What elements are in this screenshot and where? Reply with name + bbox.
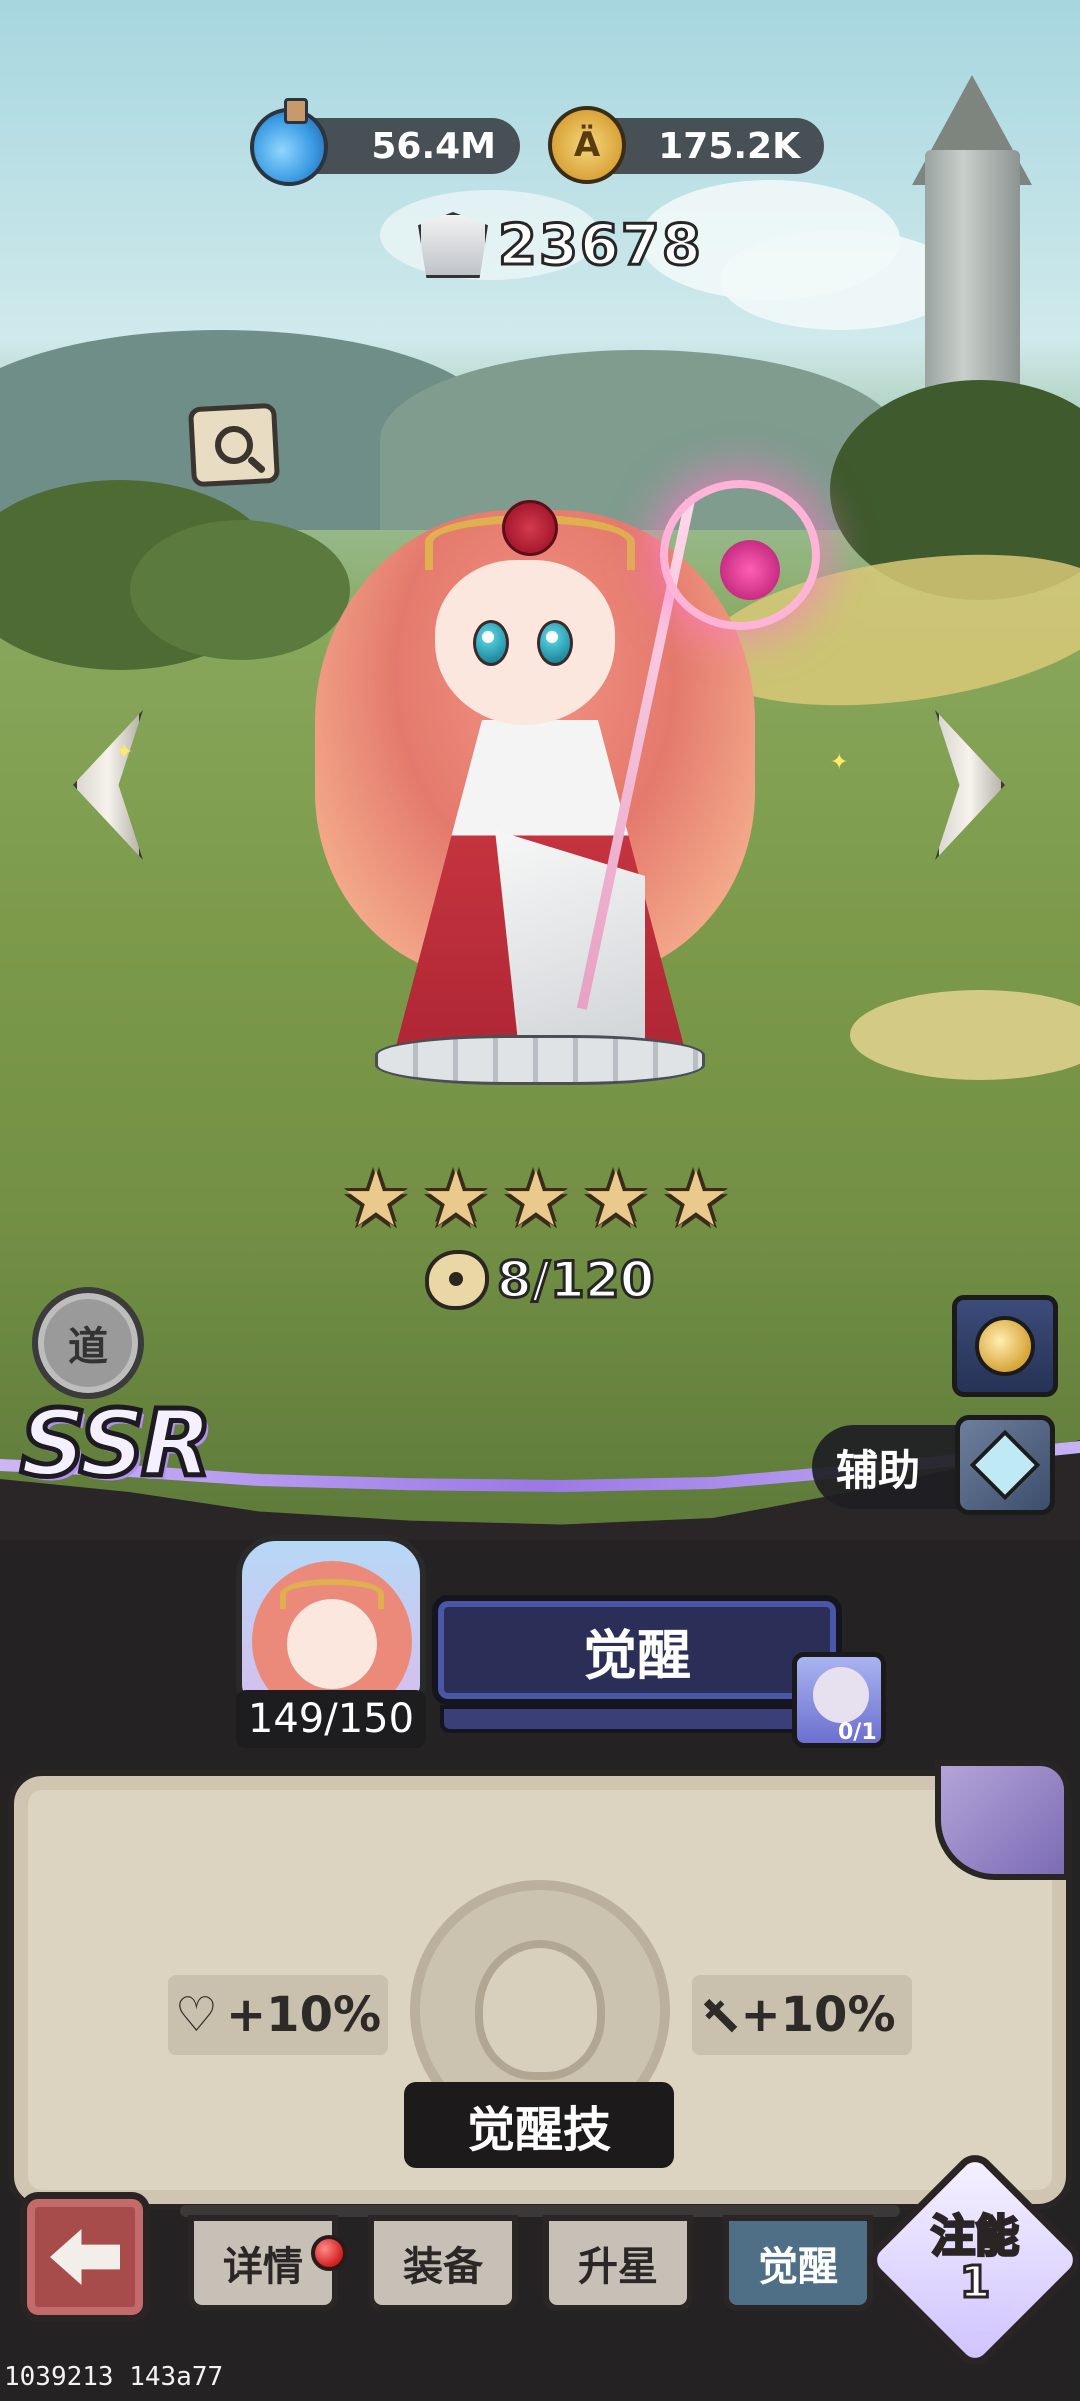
hero-shards: 8/120 (425, 1250, 656, 1311)
hero-star-rating: ★ ★ ★ ★ ★ (340, 1154, 732, 1243)
star-icon: ★ (341, 1154, 411, 1243)
inject-button-text: 注能 1 (895, 2200, 1055, 2320)
shard-icon (425, 1250, 489, 1310)
attack-bonus-value: +10% (740, 1987, 896, 2043)
attack-bonus: † +10% (692, 1975, 912, 2055)
role-icon-button[interactable] (955, 1415, 1055, 1515)
potion-value: 56.4M (371, 125, 496, 167)
cloud (720, 230, 960, 330)
combat-power-value: 23678 (497, 211, 703, 279)
star-icon: ★ (421, 1154, 491, 1243)
globe-icon (975, 1316, 1035, 1376)
dao-button[interactable]: 道 (32, 1287, 144, 1399)
potion-icon (250, 98, 328, 186)
build-id: 1039213 143a77 (4, 2362, 224, 2392)
dirt-path (850, 990, 1080, 1080)
inject-count: 1 (958, 2257, 992, 2308)
material-hero-icon (813, 1667, 869, 1723)
inspect-button[interactable] (187, 402, 281, 488)
rarity-badge: SSR (17, 1388, 214, 1500)
tab-equipment[interactable]: 装备 (368, 2215, 518, 2311)
awaken-skill-button[interactable]: 觉醒技 (404, 2082, 674, 2168)
hp-bonus-value: +10% (225, 1987, 382, 2043)
coin-icon: Ä (548, 106, 626, 184)
hero-eye (537, 620, 573, 666)
notification-dot (311, 2235, 347, 2271)
power-shield-icon (418, 212, 488, 278)
awaken-button[interactable]: 觉醒 (432, 1595, 842, 1705)
tab-details-label: 详情 (223, 2244, 303, 2290)
panel-corner-ornament (935, 1760, 1070, 1880)
awaken-material-count: 0/1 (838, 1720, 877, 1745)
tab-awaken[interactable]: 觉醒 (723, 2215, 873, 2311)
hero-role-label: 辅助 (836, 1445, 921, 1495)
chevron-left-icon (73, 710, 143, 860)
awaken-button-base (440, 1705, 835, 1733)
hero-level-value: 149/150 (247, 1696, 415, 1742)
support-role-icon (969, 1429, 1041, 1501)
hp-bonus: ♡ +10% (168, 1975, 388, 2055)
sparkle-icon: ✦ (830, 750, 849, 775)
next-hero-button[interactable] (922, 705, 1018, 865)
sparkle-icon: ✦ (115, 740, 134, 765)
tab-star-up[interactable]: 升星 (543, 2215, 693, 2311)
hero-portrait[interactable] (236, 1535, 426, 1705)
hero-pedestal (375, 1035, 705, 1085)
stone-tower (925, 150, 1020, 400)
coin-value: 175.2K (658, 125, 800, 167)
star-icon: ★ (501, 1154, 571, 1243)
hero-character-art (290, 430, 820, 1090)
map-badge-button[interactable] (952, 1295, 1058, 1397)
awaken-button-label: 觉醒 (583, 1623, 691, 1687)
hero-level: 149/150 (236, 1690, 426, 1748)
hero-rose (502, 500, 558, 556)
inject-label: 注能 (930, 2210, 1021, 2262)
portrait-face (287, 1599, 377, 1689)
heart-icon: ♡ (174, 1987, 218, 2043)
combat-power: 23678 (418, 210, 703, 280)
shard-count: 8/120 (495, 1250, 655, 1311)
emblem-inner (475, 1940, 605, 2080)
star-icon: ★ (581, 1154, 651, 1243)
back-button[interactable] (20, 2192, 150, 2322)
tab-star-up-label: 升星 (578, 2244, 658, 2290)
previous-hero-button[interactable] (60, 705, 156, 865)
staff-rose (720, 540, 780, 600)
back-arrow-icon (50, 2229, 120, 2285)
magnifier-icon (214, 425, 254, 465)
hero-face (435, 560, 615, 725)
hero-eye (473, 620, 509, 666)
portrait-crown (280, 1579, 384, 1609)
chevron-right-icon (935, 710, 1005, 860)
tab-awaken-label: 觉醒 (758, 2244, 838, 2290)
star-icon: ★ (661, 1154, 731, 1243)
dao-label: 道 (68, 1324, 108, 1370)
awaken-skill-label: 觉醒技 (466, 2102, 611, 2158)
tab-equipment-label: 装备 (403, 2244, 483, 2290)
